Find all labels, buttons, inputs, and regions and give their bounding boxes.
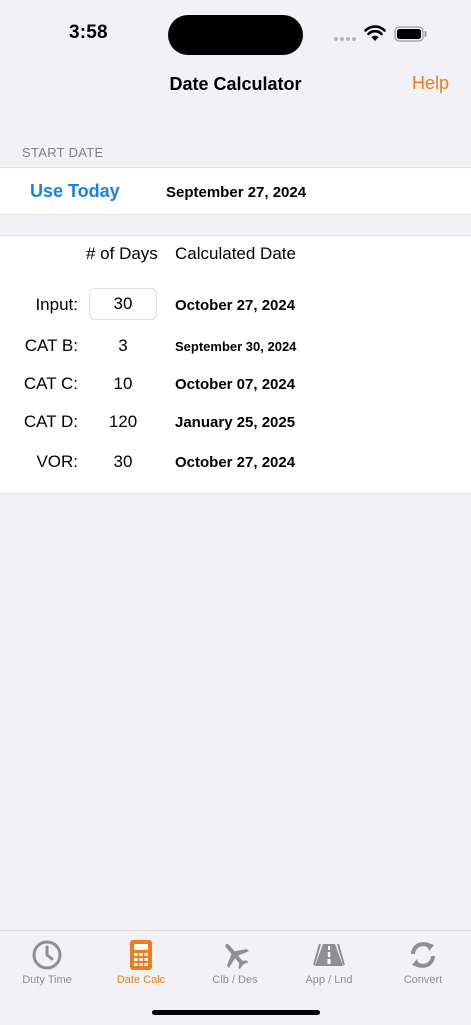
row-label: CAT C:: [24, 374, 78, 394]
calculated-date-column-header: Calculated Date: [175, 244, 296, 264]
days-value: 30: [89, 452, 157, 472]
home-indicator: [152, 1010, 320, 1015]
calculator-icon: [125, 939, 157, 971]
page-title: Date Calculator: [0, 74, 471, 95]
tab-climb-descent[interactable]: Clb / Des: [188, 939, 282, 986]
calculated-date: October 27, 2024: [175, 297, 295, 314]
cat-c-row: CAT C: 10 October 07, 2024: [0, 369, 471, 399]
start-date-picker[interactable]: September 27, 2024: [166, 184, 306, 201]
dynamic-island: [168, 15, 303, 55]
navigation-bar: Date Calculator Help: [0, 64, 471, 104]
tab-convert[interactable]: Convert: [376, 939, 470, 986]
tab-label: Date Calc: [94, 974, 188, 986]
start-date-section-label: START DATE: [22, 145, 104, 160]
row-label: VOR:: [36, 452, 78, 472]
runway-icon: [313, 939, 345, 971]
airplane-icon: [219, 939, 251, 971]
days-column-header: # of Days: [86, 244, 158, 264]
days-value: 3: [89, 336, 157, 356]
wifi-icon: [364, 24, 386, 42]
row-label: CAT B:: [25, 336, 78, 356]
cellular-signal-icon: [334, 37, 356, 41]
tab-date-calc[interactable]: Date Calc: [94, 939, 188, 986]
cat-d-row: CAT D: 120 January 25, 2025: [0, 407, 471, 437]
tab-label: Clb / Des: [188, 974, 282, 986]
calculated-date: October 07, 2024: [175, 376, 295, 393]
help-button[interactable]: Help: [412, 73, 449, 94]
days-input[interactable]: [89, 288, 157, 320]
tab-label: Duty Time: [0, 974, 94, 986]
start-date-card: Use Today September 27, 2024: [0, 167, 471, 215]
status-time: 3:58: [69, 22, 108, 44]
input-row: Input: October 27, 2024: [0, 290, 471, 320]
days-value: 10: [89, 374, 157, 394]
tab-label: Convert: [376, 974, 470, 986]
calculated-date: September 30, 2024: [175, 339, 296, 354]
battery-icon: [394, 26, 428, 42]
calculation-card: # of Days Calculated Date Input: October…: [0, 235, 471, 494]
refresh-icon: [407, 939, 439, 971]
status-bar: 3:58: [0, 0, 471, 70]
days-value: 120: [89, 412, 157, 432]
tab-duty-time[interactable]: Duty Time: [0, 939, 94, 986]
tab-label: App / Lnd: [282, 974, 376, 986]
cat-b-row: CAT B: 3 September 30, 2024: [0, 331, 471, 361]
tab-approach-landing[interactable]: App / Lnd: [282, 939, 376, 986]
calculated-date: January 25, 2025: [175, 414, 295, 431]
row-label: Input:: [35, 295, 78, 315]
use-today-button[interactable]: Use Today: [30, 181, 120, 202]
vor-row: VOR: 30 October 27, 2024: [0, 447, 471, 477]
calculated-date: October 27, 2024: [175, 454, 295, 471]
clock-icon: [31, 939, 63, 971]
row-label: CAT D:: [24, 412, 78, 432]
